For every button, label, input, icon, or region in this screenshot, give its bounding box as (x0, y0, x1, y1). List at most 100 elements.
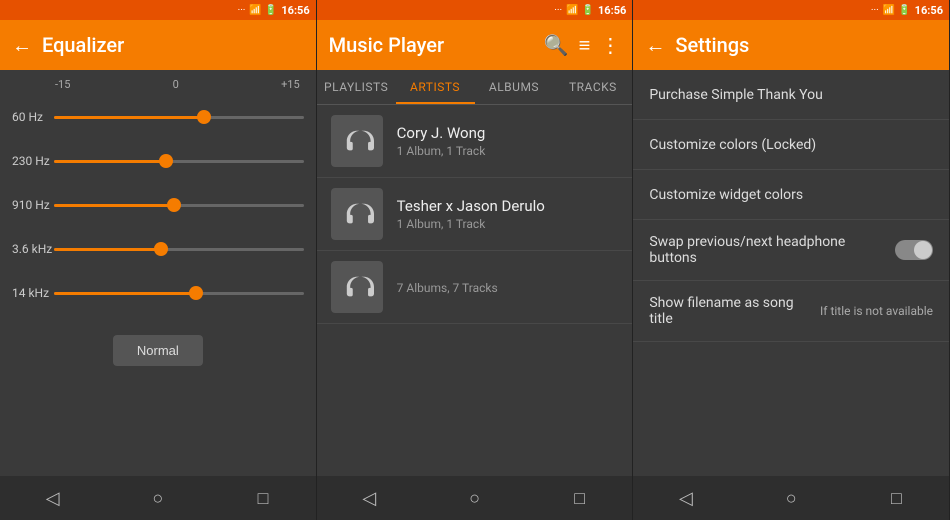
status-icons-st: 📶 🔋 (883, 5, 911, 16)
eq-row-1: 230 Hz (0, 139, 316, 183)
signal-icon-st: 📶 (883, 5, 895, 16)
nav-home-st[interactable]: ○ (771, 478, 811, 518)
artist-info-0: Cory J. Wong 1 Album, 1 Track (397, 124, 619, 158)
nav-back-eq[interactable]: ◁ (33, 478, 73, 518)
nav-home-mp[interactable]: ○ (455, 478, 495, 518)
artist-avatar-0 (331, 115, 383, 167)
eq-label-2: 910 Hz (12, 198, 54, 212)
eq-slider-1[interactable] (54, 160, 304, 163)
settings-item-0[interactable]: Purchase Simple Thank You (633, 70, 949, 120)
settings-value-4: If title is not available (820, 304, 933, 318)
nav-recents-mp[interactable]: □ (560, 478, 600, 518)
nav-back-mp[interactable]: ◁ (349, 478, 389, 518)
eq-label-0: 60 Hz (12, 110, 54, 124)
eq-row-2: 910 Hz (0, 183, 316, 227)
settings-item-2[interactable]: Customize widget colors (633, 170, 949, 220)
app-bar-mp: Music Player 🔍 ≡ ⋮ (317, 20, 633, 70)
settings-text-3: Swap previous/next headphone buttons (649, 234, 895, 266)
eq-slider-2[interactable] (54, 204, 304, 207)
filter-icon-mp[interactable]: ≡ (579, 33, 591, 58)
settings-text-2: Customize widget colors (649, 187, 933, 203)
more-icon-mp[interactable]: ⋮ (600, 33, 620, 57)
eq-slider-4[interactable] (54, 292, 304, 295)
artist-info-1: Tesher x Jason Derulo 1 Album, 1 Track (397, 197, 619, 231)
time-st: 16:56 (915, 4, 943, 17)
app-bar-title-mp: Music Player (329, 33, 534, 57)
nav-bar-mp: ◁ ○ □ (317, 476, 633, 520)
artist-item-2[interactable]: 7 Albums, 7 Tracks (317, 251, 633, 324)
eq-sliders-container: 60 Hz 230 Hz 910 Hz 3.6 kHz 14 kHz (0, 95, 316, 315)
artist-list: Cory J. Wong 1 Album, 1 Track Tesher x J… (317, 105, 633, 476)
artist-sub-1: 1 Album, 1 Track (397, 217, 619, 231)
settings-item-4[interactable]: Show filename as song title If title is … (633, 281, 949, 342)
signal-icon-eq: 📶 (249, 5, 261, 16)
settings-list: Purchase Simple Thank You Customize colo… (633, 70, 949, 476)
search-icon-mp[interactable]: 🔍 (544, 33, 569, 57)
eq-label-4: 14 kHz (12, 286, 54, 300)
artist-name-1: Tesher x Jason Derulo (397, 197, 619, 215)
artist-item-1[interactable]: Tesher x Jason Derulo 1 Album, 1 Track (317, 178, 633, 251)
toggle-knob-3 (914, 241, 932, 259)
settings-text-4: Show filename as song title (649, 295, 812, 327)
app-bar-eq: ← Equalizer (0, 20, 316, 70)
eq-row-3: 3.6 kHz (0, 227, 316, 271)
eq-slider-0[interactable] (54, 116, 304, 119)
artist-avatar-1 (331, 188, 383, 240)
status-bar-mp: ··· 📶 🔋 16:56 (317, 0, 633, 20)
status-dots-eq: ··· (238, 5, 246, 16)
tab-albums[interactable]: ALBUMS (475, 70, 554, 104)
artist-avatar-2 (331, 261, 383, 313)
app-bar-title-st: Settings (675, 33, 937, 57)
artist-sub-2: 7 Albums, 7 Tracks (397, 281, 619, 295)
tab-playlists[interactable]: PLAYLISTS (317, 70, 396, 104)
signal-icon-mp: 📶 (566, 5, 578, 16)
settings-item-3[interactable]: Swap previous/next headphone buttons (633, 220, 949, 281)
nav-recents-eq[interactable]: □ (243, 478, 283, 518)
artist-item-0[interactable]: Cory J. Wong 1 Album, 1 Track (317, 105, 633, 178)
nav-recents-st[interactable]: □ (876, 478, 916, 518)
tabs-bar: PLAYLISTSARTISTSALBUMSTRACKS (317, 70, 633, 105)
time-eq: 16:56 (281, 4, 309, 17)
settings-item-1[interactable]: Customize colors (Locked) (633, 120, 949, 170)
headphones-icon-1 (340, 197, 374, 231)
artist-name-0: Cory J. Wong (397, 124, 619, 142)
eq-preset-area: Normal (0, 315, 316, 386)
eq-content: -15 0 +15 60 Hz 230 Hz 910 Hz 3.6 kHz 14… (0, 70, 316, 476)
eq-label-1: 230 Hz (12, 154, 54, 168)
music-player-panel: ··· 📶 🔋 16:56 Music Player 🔍 ≡ ⋮ PLAYLIS… (317, 0, 634, 520)
settings-panel: ··· 📶 🔋 16:56 ← Settings Purchase Simple… (633, 0, 950, 520)
battery-icon-eq: 🔋 (265, 5, 277, 16)
eq-label-3: 3.6 kHz (12, 242, 54, 256)
eq-scale-max: +15 (281, 78, 300, 91)
equalizer-panel: ··· 📶 🔋 16:56 ← Equalizer -15 0 +15 60 H… (0, 0, 317, 520)
eq-row-0: 60 Hz (0, 95, 316, 139)
status-dots-st: ··· (871, 5, 879, 16)
app-bar-title-eq: Equalizer (42, 33, 304, 57)
artist-info-2: 7 Albums, 7 Tracks (397, 279, 619, 295)
eq-scale-min: -15 (55, 78, 70, 91)
eq-scale: -15 0 +15 (0, 70, 316, 95)
back-button-eq[interactable]: ← (12, 33, 32, 58)
toggle-3[interactable] (895, 240, 933, 260)
nav-home-eq[interactable]: ○ (138, 478, 178, 518)
back-button-st[interactable]: ← (645, 33, 665, 58)
settings-text-1: Customize colors (Locked) (649, 137, 933, 153)
settings-content: Purchase Simple Thank You Customize colo… (633, 70, 949, 476)
app-bar-st: ← Settings (633, 20, 949, 70)
status-icons-mp: 📶 🔋 (566, 5, 594, 16)
status-bar-eq: ··· 📶 🔋 16:56 (0, 0, 316, 20)
tab-tracks[interactable]: TRACKS (553, 70, 632, 104)
battery-icon-mp: 🔋 (582, 5, 594, 16)
settings-text-0: Purchase Simple Thank You (649, 87, 933, 103)
headphones-icon-2 (340, 270, 374, 304)
tab-artists[interactable]: ARTISTS (396, 70, 475, 104)
nav-back-st[interactable]: ◁ (666, 478, 706, 518)
eq-preset-button[interactable]: Normal (113, 335, 203, 366)
nav-bar-eq: ◁ ○ □ (0, 476, 316, 520)
eq-row-4: 14 kHz (0, 271, 316, 315)
eq-slider-3[interactable] (54, 248, 304, 251)
artist-sub-0: 1 Album, 1 Track (397, 144, 619, 158)
nav-bar-st: ◁ ○ □ (633, 476, 949, 520)
eq-scale-mid: 0 (173, 78, 179, 91)
time-mp: 16:56 (598, 4, 626, 17)
